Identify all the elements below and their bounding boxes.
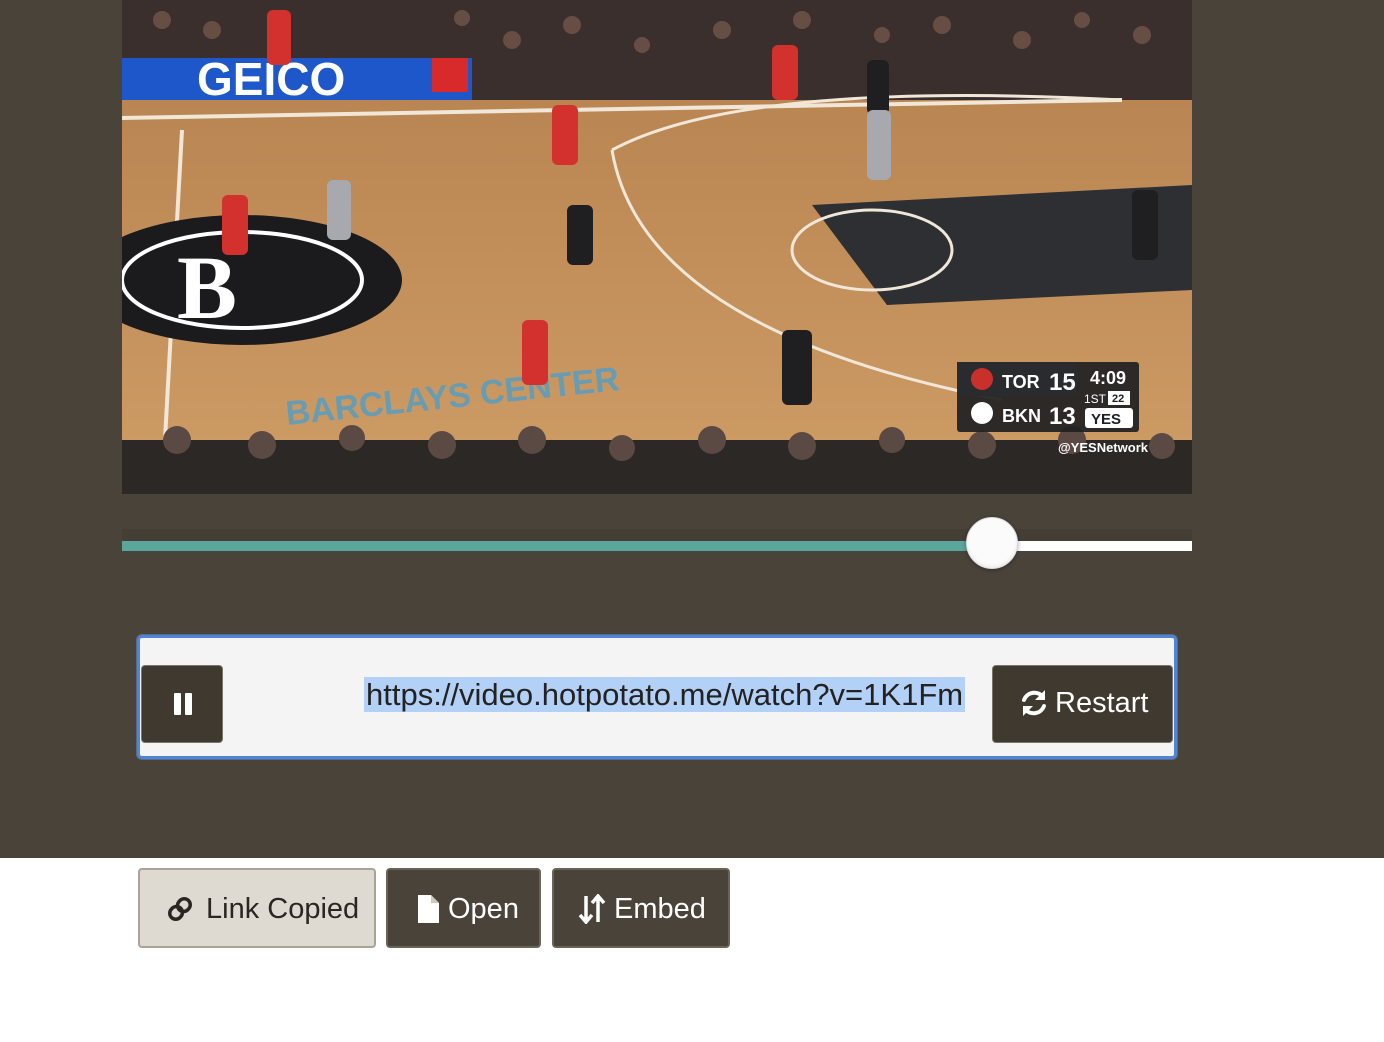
video-player-panel: GEICO B BARCLAYS CENTER TOR BKN 15 13 4:… <box>0 0 1384 858</box>
embed-label: Embed <box>614 893 706 925</box>
home-team-abbr: BKN <box>1002 406 1041 426</box>
restart-label: Restart <box>1055 687 1149 719</box>
away-score: 15 <box>1049 369 1076 396</box>
file-icon <box>418 895 439 923</box>
shot-clock: 22 <box>1112 393 1124 405</box>
home-score: 13 <box>1049 403 1076 430</box>
share-url-field[interactable]: https://video.hotpotato.me/watch?v=1K1Fm <box>364 675 966 715</box>
pause-icon <box>174 693 192 715</box>
progress-fill <box>122 541 992 551</box>
link-icon <box>168 897 192 921</box>
scoreboard: TOR BKN 15 13 4:09 1ST 22 YES <box>957 362 1139 432</box>
embed-button[interactable]: Embed <box>552 868 730 948</box>
refresh-icon <box>1022 690 1046 716</box>
game-period: 1ST <box>1084 392 1107 406</box>
open-button[interactable]: Open <box>386 868 541 948</box>
network-handle: @YESNetwork <box>1058 440 1149 455</box>
game-clock: 4:09 <box>1090 368 1126 388</box>
copy-link-label: Link Copied <box>206 893 360 925</box>
pause-button[interactable] <box>141 665 223 743</box>
share-url-text[interactable]: https://video.hotpotato.me/watch?v=1K1Fm <box>364 677 966 712</box>
share-url-bar[interactable]: https://video.hotpotato.me/watch?v=1K1Fm… <box>137 635 1177 759</box>
video-image: GEICO B BARCLAYS CENTER TOR BKN 15 13 4:… <box>122 0 1192 494</box>
away-team-abbr: TOR <box>1002 372 1040 392</box>
restart-button[interactable]: Restart <box>992 665 1173 743</box>
progress-thumb[interactable] <box>965 517 1018 569</box>
video-frame[interactable]: GEICO B BARCLAYS CENTER TOR BKN 15 13 4:… <box>122 0 1192 494</box>
network-logo: YES <box>1091 411 1121 428</box>
progress-track[interactable] <box>122 541 1192 551</box>
copy-link-button[interactable]: Link Copied <box>138 868 376 948</box>
progress-slider[interactable] <box>122 517 1192 569</box>
sort-arrows-icon <box>578 894 606 924</box>
open-label: Open <box>448 893 519 925</box>
